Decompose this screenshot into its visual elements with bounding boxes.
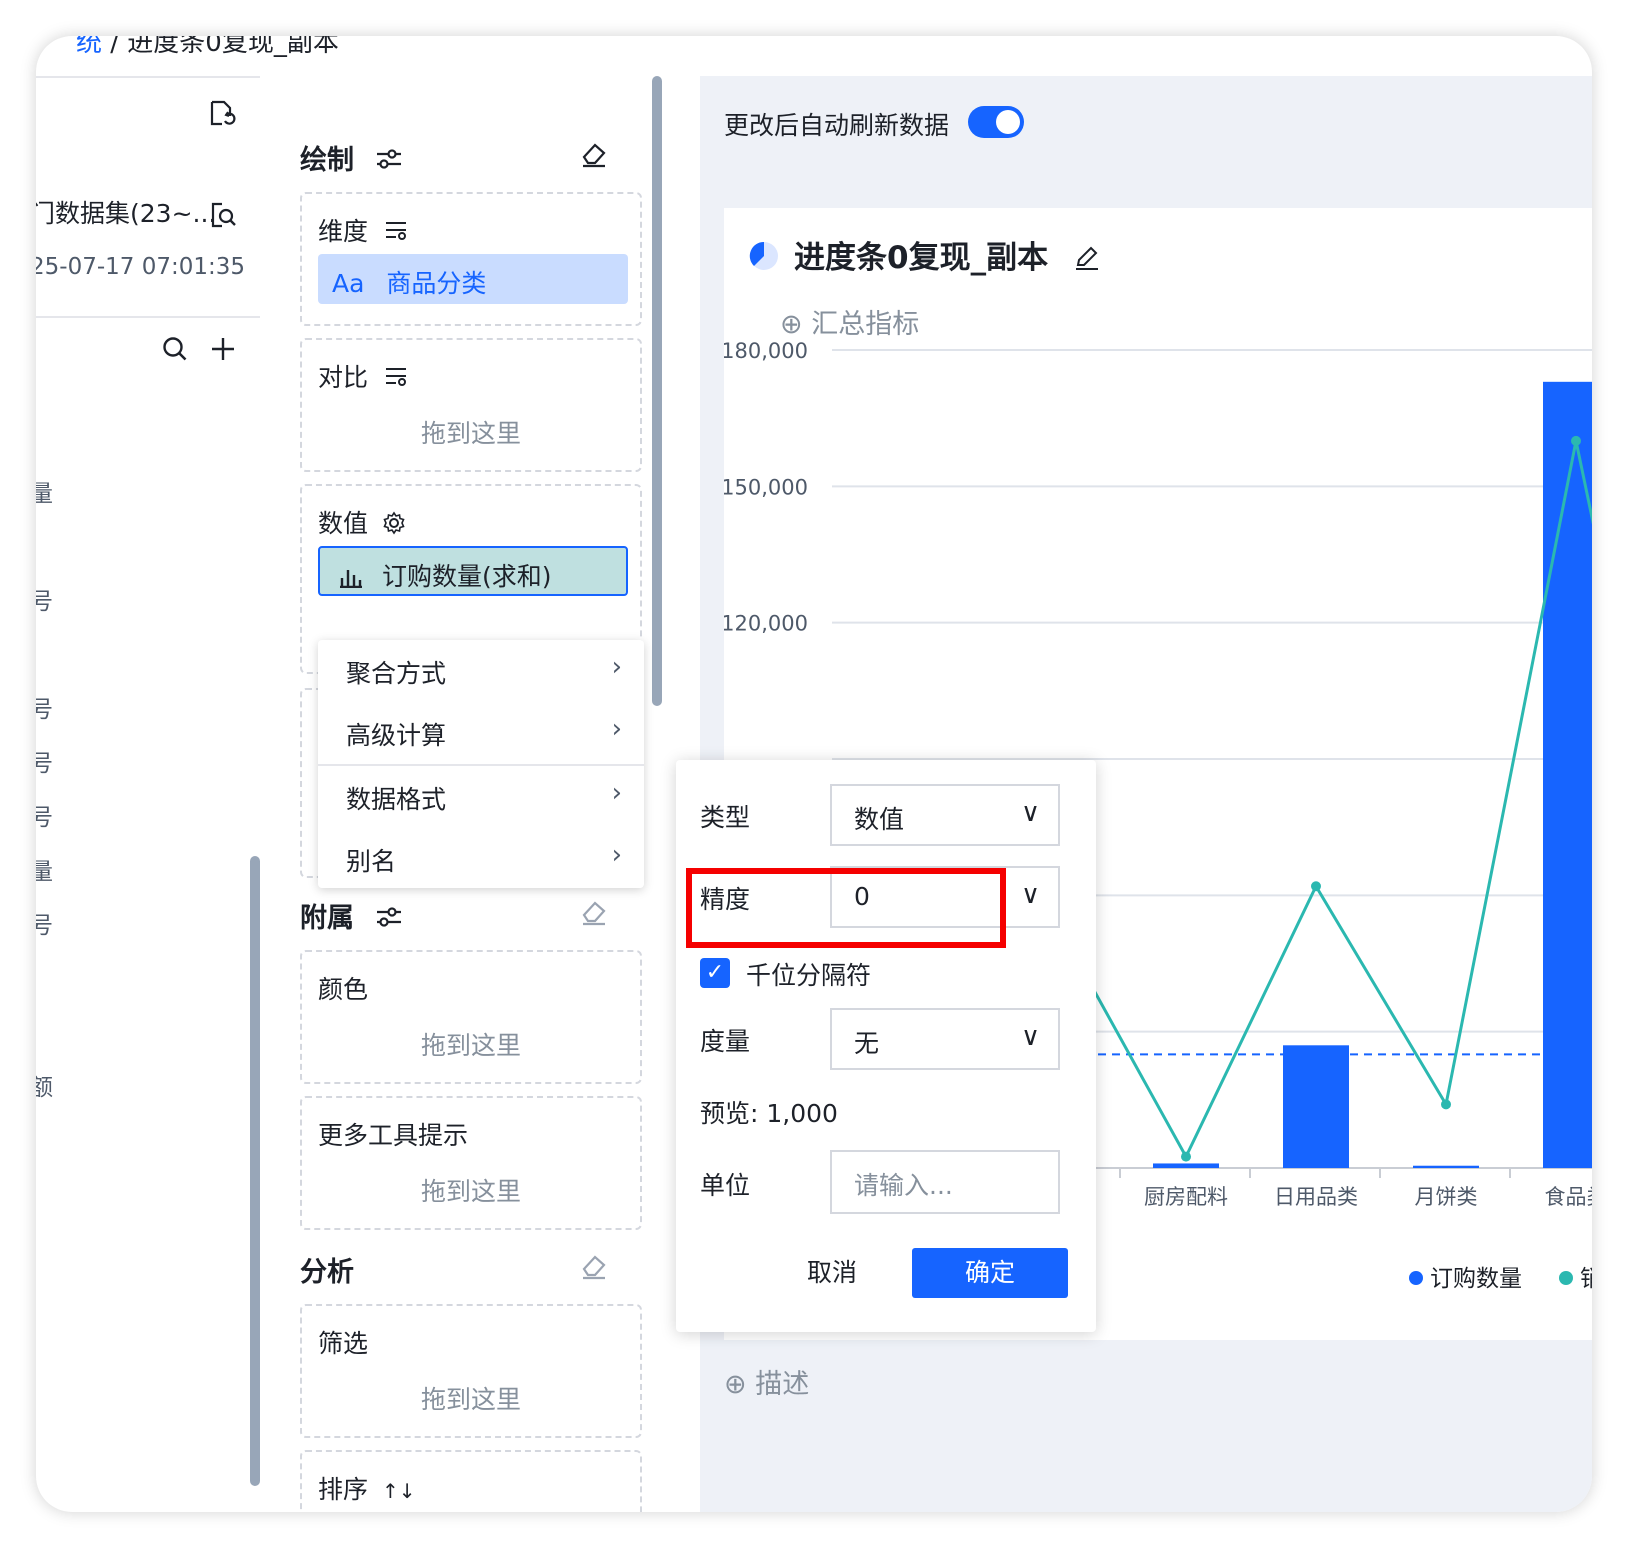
highlight-box	[686, 868, 1006, 948]
list-filter-icon[interactable]	[384, 366, 408, 386]
y-tick-label: 180,000	[724, 339, 808, 363]
auto-refresh-toggle[interactable]	[968, 106, 1024, 138]
bar	[1413, 1165, 1479, 1168]
y-tick-label: 150,000	[724, 475, 808, 499]
settings-sliders-icon[interactable]	[375, 147, 403, 171]
list-filter-icon[interactable]	[384, 220, 408, 240]
switch-dataset-icon[interactable]	[206, 98, 236, 128]
color-dropzone[interactable]: 颜色 拖到这里	[300, 950, 642, 1084]
thousands-separator-checkbox[interactable]: ✓	[700, 958, 730, 988]
scrollbar[interactable]	[652, 76, 662, 706]
bar	[1153, 1163, 1219, 1168]
data-format-popup: 类型 数值 ∨ 精度 0 ∨ ✓ 千位分隔符 度量 无 ∨ 预览: 1,000 单位 …	[676, 760, 1096, 1332]
field-item[interactable]: 量	[36, 852, 53, 886]
add-circle-icon: ⊕	[724, 1369, 747, 1400]
legend-marker	[1559, 1271, 1573, 1285]
type-label: 类型	[700, 803, 751, 832]
preview-dataset-icon[interactable]	[208, 200, 238, 230]
field-item[interactable]: 额	[36, 1068, 53, 1102]
thousands-separator-label: 千位分隔符	[746, 961, 872, 990]
compare-dropzone[interactable]: 对比 拖到这里	[300, 338, 642, 472]
breadcrumb: 统 / 进度条0复现_副本	[36, 36, 1592, 78]
eraser-icon[interactable]	[580, 898, 608, 926]
drop-hint: 拖到这里	[420, 1177, 521, 1206]
analysis-section-title: 分析	[300, 1257, 354, 1288]
gear-icon[interactable]	[382, 511, 406, 535]
y-tick-label: 120,000	[724, 612, 808, 636]
confirm-button[interactable]: 确定	[912, 1248, 1068, 1298]
chevron-right-icon: ›	[611, 840, 622, 870]
drop-hint: 拖到这里	[420, 419, 521, 448]
x-tick-label: 食品类	[1545, 1185, 1593, 1209]
line-point	[1181, 1151, 1191, 1162]
breadcrumb-root[interactable]: 统	[76, 36, 102, 58]
x-tick-label: 月饼类	[1415, 1185, 1478, 1209]
menu-item-aggregation[interactable]: 聚合方式 ›	[318, 640, 644, 702]
field-item[interactable]: 号	[36, 798, 53, 832]
breadcrumb-current: / 进度条0复现_副本	[102, 36, 339, 58]
field-item[interactable]: 号	[36, 582, 53, 616]
legend-label: 销售	[1580, 1266, 1592, 1292]
auto-refresh-label: 更改后自动刷新数据	[724, 111, 950, 140]
bar	[1543, 381, 1592, 1168]
add-field-icon[interactable]	[208, 334, 238, 364]
field-context-menu: 聚合方式 › 高级计算 › 数据格式 › 别名 ›	[318, 640, 644, 888]
legend-marker	[1409, 1271, 1423, 1285]
chevron-right-icon: ›	[611, 714, 622, 744]
dataset-panel: 门数据集(23~... 25-07-17 07:01:35 量 号 号 号 号 …	[36, 76, 262, 1512]
measure-label: 度量	[700, 1027, 751, 1056]
drop-hint: 拖到这里	[420, 1385, 521, 1414]
line-point	[1571, 435, 1581, 446]
chevron-down-icon: ∨	[1020, 798, 1040, 828]
menu-item-data-format[interactable]: 数据格式 ›	[318, 766, 644, 828]
scrollbar[interactable]	[250, 856, 260, 1486]
dimension-field-pill[interactable]: Aa 商品分类	[318, 254, 628, 304]
field-item[interactable]: 号	[36, 744, 53, 778]
draw-section-title: 绘制	[300, 138, 403, 177]
attach-section-title: 附属	[300, 896, 403, 935]
line-point	[1311, 881, 1321, 892]
cancel-button[interactable]: 取消	[772, 1248, 892, 1298]
chevron-right-icon: ›	[611, 778, 622, 808]
value-field-pill[interactable]: 订购数量(求和)	[318, 546, 628, 596]
preview-text: 预览: 1,000	[700, 1099, 838, 1128]
bar-chart-icon	[340, 570, 362, 589]
add-description[interactable]: ⊕ 描述	[724, 1362, 809, 1401]
tooltip-dropzone[interactable]: 更多工具提示 拖到这里	[300, 1096, 642, 1230]
eraser-icon[interactable]	[580, 140, 608, 168]
settings-sliders-icon[interactable]	[375, 905, 403, 929]
dimension-dropzone[interactable]: 维度 Aa 商品分类	[300, 192, 642, 326]
measure-select[interactable]: 无 ∨	[830, 1008, 1060, 1070]
chevron-down-icon: ∨	[1020, 880, 1040, 910]
type-select[interactable]: 数值 ∨	[830, 784, 1060, 846]
dataset-updated-time: 25-07-17 07:01:35	[36, 254, 246, 280]
x-tick-label: 厨房配料	[1144, 1185, 1228, 1209]
field-item[interactable]: 量	[36, 474, 53, 508]
unit-input[interactable]: 请输入...	[830, 1150, 1060, 1214]
chevron-down-icon: ∨	[1020, 1022, 1040, 1052]
legend-label: 订购数量	[1430, 1266, 1522, 1292]
search-icon[interactable]	[160, 334, 190, 364]
text-type-icon: Aa	[332, 269, 365, 298]
bar	[1283, 1045, 1349, 1168]
line-point	[1441, 1099, 1451, 1110]
drop-hint: 拖到这里	[420, 1031, 521, 1060]
field-item[interactable]: 号	[36, 906, 53, 940]
dataset-name[interactable]: 门数据集(23~...	[36, 194, 216, 230]
menu-item-alias[interactable]: 别名 ›	[318, 828, 644, 890]
filter-dropzone[interactable]: 筛选 拖到这里	[300, 1304, 642, 1438]
app-window: 统 / 进度条0复现_副本 门数据集(23~... 25-07-17 07:01…	[36, 36, 1592, 1512]
divider	[36, 316, 260, 318]
sort-icon[interactable]: ↑↓	[382, 1479, 416, 1503]
x-tick-label: 日用品类	[1274, 1185, 1358, 1209]
menu-item-advanced-calc[interactable]: 高级计算 ›	[318, 702, 644, 764]
sort-dropzone[interactable]: 排序 ↑↓	[300, 1450, 642, 1512]
unit-label: 单位	[700, 1171, 751, 1200]
chevron-right-icon: ›	[611, 652, 622, 682]
eraser-icon[interactable]	[580, 1252, 608, 1280]
field-item[interactable]: 号	[36, 690, 53, 724]
